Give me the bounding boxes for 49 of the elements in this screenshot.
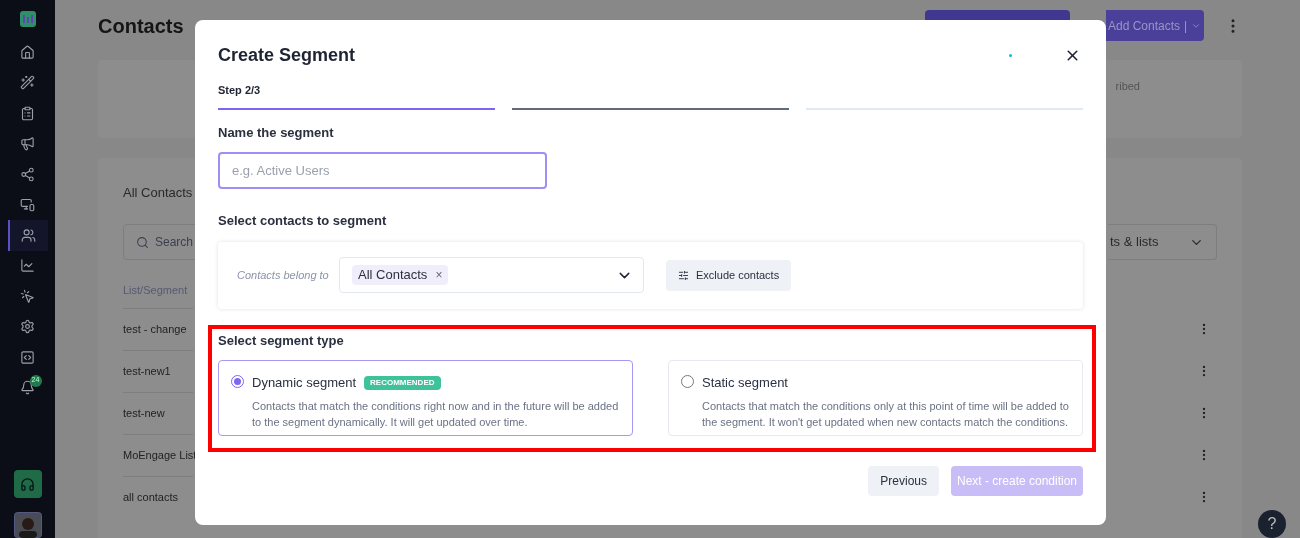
type-label: Select segment type [218,331,345,350]
step-label: Step 2/3 [218,83,262,98]
table-cell: all contacts [123,476,193,518]
option-description: Contacts that match the conditions right now and in the future will be added to the segment dynamically. It will get updated over time. [252,398,620,430]
field-label: Select contacts to segment [218,212,388,230]
sliders-icon [678,269,689,281]
segment-type-option[interactable]: Dynamic segment RECOMMENDED Contacts that match the conditions right now and in the future will be added to the segment dynamically. It will get updated over time. [218,360,633,436]
settings-icon [20,319,35,335]
list-title: All Contacts [123,185,193,200]
line-chart-icon [20,258,35,274]
option-title: Dynamic segment [252,374,357,392]
pointer-click-icon [20,288,35,304]
clipboard-icon [20,105,35,121]
sidebar-item[interactable] [7,220,48,251]
avatar[interactable] [13,512,42,538]
search-icon [136,235,149,249]
chip-label: All Contacts [358,266,428,285]
stats-label: ribed [1115,79,1140,94]
field-label: Name the segment [218,123,335,142]
page-title: Contacts [98,13,184,39]
code-icon [20,349,35,365]
dot-icon [1009,53,1012,57]
table-cell: test-new1 [123,350,193,392]
table-cell: test-new [123,392,193,434]
recommended-badge: RECOMMENDED [364,375,441,390]
megaphone-icon [20,136,35,152]
option-description: Contacts that match the conditions only at this point of time will be added to the segment. It won't get updated when new contacts match the conditions. [702,398,1070,430]
filter-dropdown[interactable]: ts & lists [1108,224,1217,260]
headset-icon [20,476,35,492]
nodes-icon [20,166,35,182]
magic-wand-icon [20,75,35,91]
monitor-phone-icon [20,197,35,213]
logo-icon[interactable] [19,11,36,27]
bell-icon [20,380,35,396]
exclude-contacts-button[interactable]: Exclude contacts [666,259,792,291]
separator: | [1184,17,1188,35]
chip-remove[interactable]: × [435,266,443,284]
previous-button[interactable]: Previous [868,466,939,496]
support-button[interactable] [13,470,42,498]
column-header: List/Segment [123,283,189,298]
users-icon [21,227,36,243]
option-title: Static segment [702,374,788,392]
table-cell: test - change [123,308,193,350]
dialog-title: Create Segment [218,43,356,67]
home-icon [20,44,35,60]
contacts-belong-label: Contacts belong to [237,267,330,283]
name-input-field[interactable]: e.g. Active Users [218,152,547,189]
segment-type-option[interactable]: Static segment Contacts that match the conditions only at this point of time will be added to the segment. It won't get updated when new contacts match the conditions. [668,360,1083,436]
contacts-select[interactable]: All Contacts × [339,257,644,293]
